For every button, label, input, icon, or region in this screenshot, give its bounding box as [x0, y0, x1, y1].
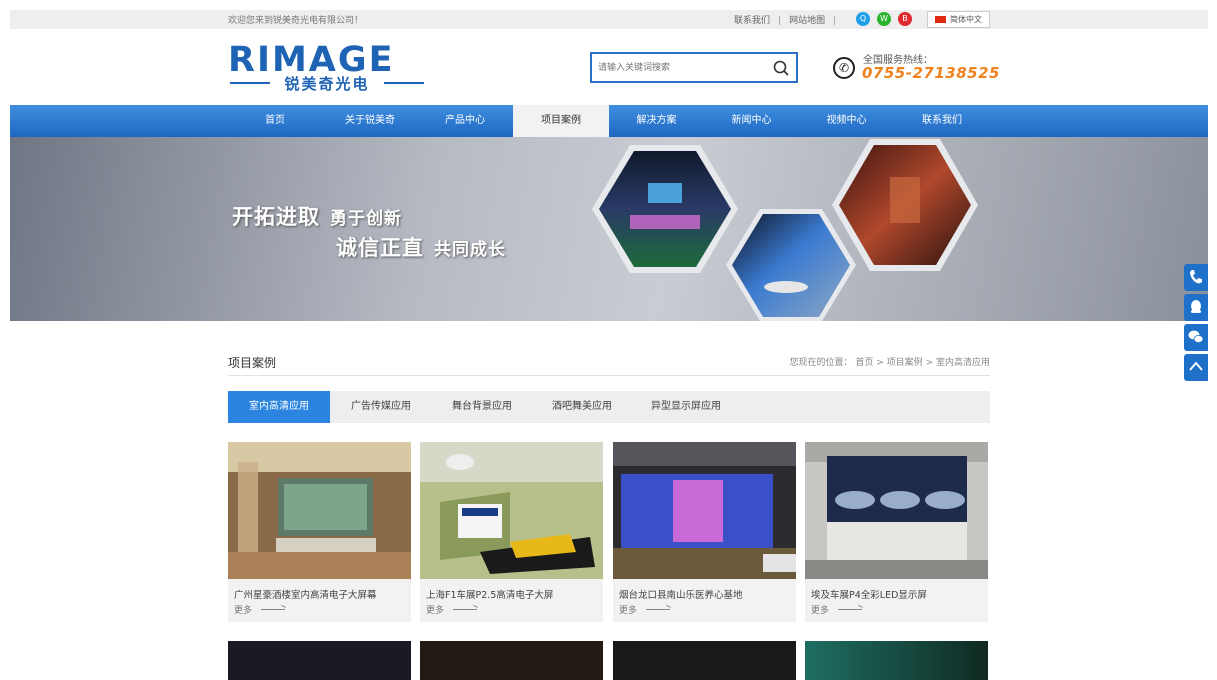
weibo-icon[interactable]: B — [898, 12, 912, 26]
chevron-up-icon — [1189, 361, 1203, 371]
tab-bar[interactable]: 酒吧舞美应用 — [532, 391, 632, 423]
hero-banner[interactable]: 开拓进取 勇于创新 诚信正直 共同成长 — [10, 137, 1208, 321]
back-to-top-button[interactable] — [1184, 354, 1208, 381]
case-image — [420, 442, 603, 579]
tab-special-shape[interactable]: 异型显示屏应用 — [632, 391, 740, 423]
logo-line-right — [384, 82, 424, 84]
more-link[interactable]: 更多 — [619, 603, 637, 616]
case-image — [805, 442, 988, 579]
welcome-text: 欢迎您来到锐美奇光电有限公司！ — [228, 16, 364, 26]
case-card[interactable] — [420, 641, 603, 680]
case-card[interactable]: 上海F1车展P2.5高清电子大屏 更多 — [420, 442, 603, 622]
divider: | — [833, 16, 837, 26]
case-image — [613, 442, 796, 579]
breadcrumb-prefix: 您现在的位置： — [789, 358, 853, 368]
language-switch[interactable]: 简体中文 — [927, 11, 990, 28]
top-link-contact[interactable]: 联系我们 — [734, 13, 770, 26]
banner-slogan-line2: 诚信正直 共同成长 — [336, 236, 506, 260]
more-link[interactable]: 更多 — [234, 603, 252, 616]
case-title: 烟台龙口县南山乐医养心基地 — [619, 590, 743, 601]
arrow-right-icon — [453, 609, 477, 610]
nav-item-news[interactable]: 新闻中心 — [704, 105, 799, 137]
main-nav: 首页 关于锐美奇 产品中心 项目案例 解决方案 新闻中心 视频中心 联系我们 — [10, 105, 1208, 137]
breadcrumb-separator: > — [876, 358, 884, 368]
search-input[interactable] — [598, 59, 768, 77]
case-card[interactable]: 埃及车展P4全彩LED显示屏 更多 — [805, 442, 988, 622]
breadcrumb: 您现在的位置： 首页 > 项目案例 > 室内高清应用 — [789, 355, 990, 368]
arrow-right-icon — [261, 609, 285, 610]
top-link-sitemap[interactable]: 网站地图 — [789, 13, 825, 26]
page-title: 项目案例 — [228, 356, 277, 370]
phone-icon: ✆ — [833, 57, 855, 79]
arrow-right-icon — [838, 609, 862, 610]
float-phone-button[interactable] — [1184, 264, 1208, 291]
qq-icon[interactable]: Q — [856, 12, 870, 26]
float-qq-button[interactable] — [1184, 294, 1208, 321]
case-image — [228, 442, 411, 579]
nav-item-home[interactable]: 首页 — [228, 105, 322, 137]
banner-slogan-line1: 开拓进取 勇于创新 — [232, 205, 402, 229]
nav-item-solutions[interactable]: 解决方案 — [609, 105, 704, 137]
language-label: 简体中文 — [950, 15, 982, 24]
hotline-number: 0755-27138525 — [862, 64, 1000, 82]
category-tabs: 室内高清应用 广告传媒应用 舞台背景应用 酒吧舞美应用 异型显示屏应用 — [228, 391, 990, 423]
case-card[interactable] — [613, 641, 796, 680]
breadcrumb-current[interactable]: 室内高清应用 — [936, 358, 990, 368]
divider — [228, 375, 990, 376]
case-title: 埃及车展P4全彩LED显示屏 — [811, 590, 927, 601]
phone-icon — [1190, 270, 1202, 284]
logo[interactable]: RIMAGE 锐美奇光电 — [228, 40, 426, 93]
wechat-icon — [1188, 330, 1204, 343]
more-link[interactable]: 更多 — [426, 603, 444, 616]
tab-stage[interactable]: 舞台背景应用 — [432, 391, 532, 423]
case-title: 上海F1车展P2.5高清电子大屏 — [426, 590, 554, 601]
nav-item-products[interactable]: 产品中心 — [418, 105, 512, 137]
page: 欢迎您来到锐美奇光电有限公司！ 联系我们 | 网站地图 | Q W B 简体中文 RI… — [0, 0, 1217, 680]
nav-item-cases[interactable]: 项目案例 — [513, 105, 609, 137]
tab-advertising[interactable]: 广告传媒应用 — [330, 391, 432, 423]
divider: | — [778, 16, 782, 26]
breadcrumb-separator: > — [925, 358, 934, 368]
case-card[interactable] — [228, 641, 411, 680]
breadcrumb-cases[interactable]: 项目案例 — [887, 358, 923, 368]
banner-hexagon-photos — [592, 139, 978, 321]
breadcrumb-home[interactable]: 首页 — [855, 358, 873, 368]
nav-item-about[interactable]: 关于锐美奇 — [323, 105, 417, 137]
search-box — [590, 52, 798, 83]
nav-item-contact[interactable]: 联系我们 — [894, 105, 990, 137]
qq-icon — [1191, 300, 1201, 313]
wechat-icon[interactable]: W — [877, 12, 891, 26]
case-card[interactable] — [805, 641, 988, 680]
china-flag-icon — [935, 16, 946, 23]
top-bar: 欢迎您来到锐美奇光电有限公司！ 联系我们 | 网站地图 | Q W B 简体中文 — [10, 10, 1208, 29]
more-link[interactable]: 更多 — [811, 603, 829, 616]
case-title: 广州星豪酒楼室内高清电子大屏幕 — [234, 590, 377, 601]
case-card[interactable]: 烟台龙口县南山乐医养心基地 更多 — [613, 442, 796, 622]
tab-indoor-hd[interactable]: 室内高清应用 — [228, 391, 330, 423]
search-icon[interactable] — [772, 59, 790, 77]
top-links: 联系我们 | 网站地图 | — [734, 13, 844, 26]
case-card[interactable]: 广州星豪酒楼室内高清电子大屏幕 更多 — [228, 442, 411, 622]
arrow-right-icon — [646, 609, 670, 610]
float-wechat-button[interactable] — [1184, 324, 1208, 351]
nav-item-video[interactable]: 视频中心 — [799, 105, 894, 137]
